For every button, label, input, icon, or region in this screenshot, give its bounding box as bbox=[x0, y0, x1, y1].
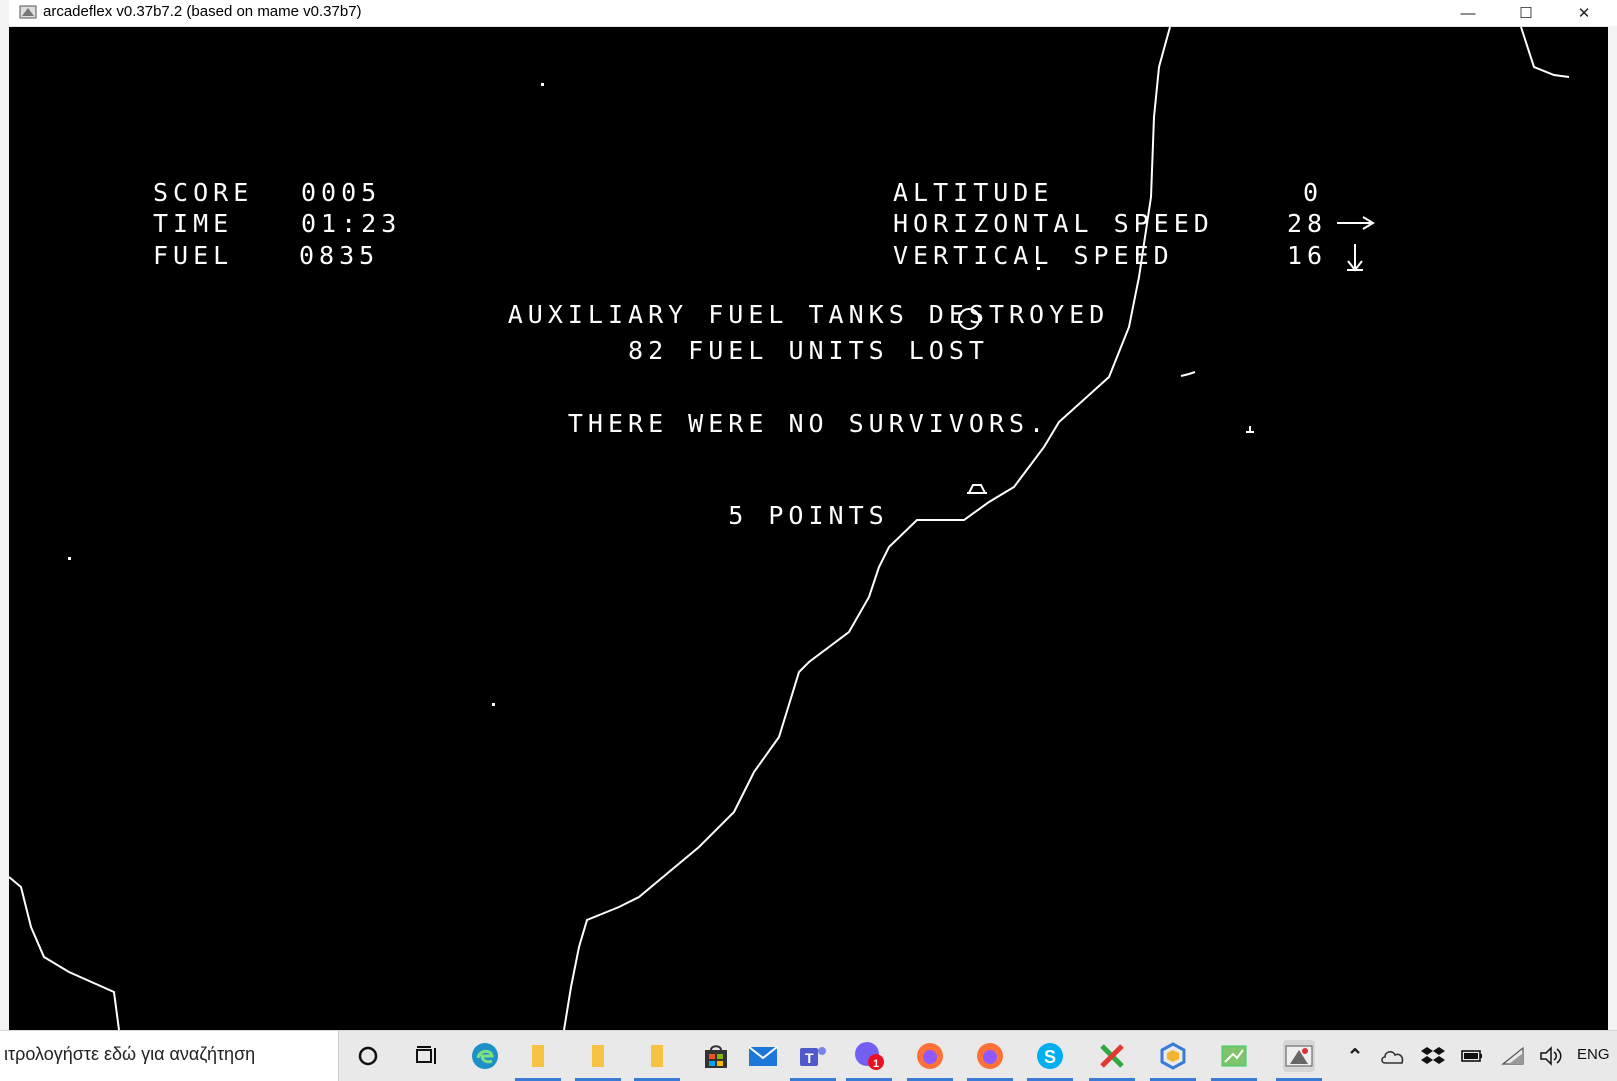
message-fuel-lost: 82 FUEL UNITS LOST bbox=[628, 336, 989, 365]
vpn-icon[interactable] bbox=[1150, 1040, 1196, 1081]
taskbar-search[interactable]: ιτρολογήστε εδώ για αναζήτηση bbox=[0, 1031, 339, 1081]
vertical-speed-value: 16 bbox=[1287, 241, 1328, 270]
title-bar[interactable]: arcadeflex v0.37b7.2 (based on mame v0.3… bbox=[9, 0, 1608, 27]
maximize-button[interactable]: ☐ bbox=[1497, 0, 1555, 26]
arcadeflex-window: arcadeflex v0.37b7.2 (based on mame v0.3… bbox=[9, 0, 1608, 1030]
time-label: TIME bbox=[153, 209, 234, 238]
star bbox=[492, 703, 495, 706]
close-button[interactable]: ✕ bbox=[1555, 0, 1613, 26]
teams-icon[interactable]: T bbox=[790, 1040, 836, 1081]
skype-icon[interactable]: S bbox=[1027, 1040, 1073, 1081]
time-value: 01:23 bbox=[301, 209, 402, 238]
score-value: 0005 bbox=[301, 178, 382, 207]
horizontal-speed-label: HORIZONTAL SPEED bbox=[893, 209, 1214, 238]
wifi-icon[interactable] bbox=[1497, 1040, 1529, 1072]
left-ridge bbox=[9, 876, 120, 1030]
edge-icon[interactable] bbox=[469, 1040, 501, 1072]
star bbox=[541, 83, 544, 86]
message-survivors: THERE WERE NO SURVIVORS. bbox=[567, 409, 1050, 438]
notification-badge: 1 bbox=[873, 1058, 879, 1070]
search-input[interactable]: ιτρολογήστε εδώ για αναζήτηση bbox=[4, 1044, 334, 1065]
debris-sprite bbox=[1180, 371, 1196, 377]
score-label: SCORE bbox=[153, 178, 254, 207]
altitude-value: 0 bbox=[1303, 178, 1324, 207]
arcadeflex-taskbar-icon[interactable] bbox=[1276, 1040, 1322, 1081]
file-explorer-icon-3[interactable] bbox=[634, 1040, 680, 1081]
game-screen[interactable]: SCORE 0005 TIME 01:23 FUEL 0835 ALTITUDE… bbox=[9, 27, 1608, 1030]
horizontal-speed-value: 28 bbox=[1287, 209, 1328, 238]
lunar-lander-sprite bbox=[967, 484, 987, 494]
window-title: arcadeflex v0.37b7.2 (based on mame v0.3… bbox=[43, 3, 362, 20]
hspeed-arrow bbox=[1337, 216, 1375, 230]
star bbox=[68, 557, 71, 560]
message-points: 5 POINTS bbox=[728, 501, 889, 530]
file-explorer-icon-2[interactable] bbox=[575, 1040, 621, 1081]
top-right-ridge bbox=[1520, 27, 1570, 78]
mail-icon[interactable] bbox=[747, 1040, 779, 1072]
windows-taskbar: ιτρολογήστε εδώ για αναζήτηση T 1 S ⌃ EN… bbox=[0, 1030, 1617, 1081]
firefox-icon-2[interactable] bbox=[967, 1040, 1013, 1081]
svg-text:T: T bbox=[805, 1050, 814, 1066]
file-explorer-icon[interactable] bbox=[515, 1040, 561, 1081]
fuel-label: FUEL bbox=[153, 241, 234, 270]
chevron-up-icon[interactable]: ⌃ bbox=[1339, 1040, 1371, 1072]
onedrive-icon[interactable] bbox=[1377, 1040, 1409, 1072]
viber-icon[interactable]: 1 bbox=[846, 1040, 892, 1081]
cortana-icon[interactable] bbox=[352, 1040, 384, 1072]
arcadeflex-app-icon bbox=[19, 5, 37, 19]
language-indicator[interactable]: ENG bbox=[1577, 1046, 1610, 1063]
vspeed-arrow bbox=[1347, 244, 1363, 272]
notepad-icon[interactable] bbox=[1211, 1040, 1257, 1081]
altitude-label: ALTITUDE bbox=[893, 178, 1054, 207]
dropbox-icon[interactable] bbox=[1417, 1040, 1449, 1072]
message-fuel-tanks: AUXILIARY FUEL TANKS DESTROYED bbox=[507, 300, 1110, 329]
battery-icon[interactable] bbox=[1456, 1040, 1488, 1072]
xming-icon[interactable] bbox=[1089, 1040, 1135, 1081]
minimize-button[interactable]: — bbox=[1439, 0, 1497, 26]
task-view-icon[interactable] bbox=[411, 1040, 443, 1072]
volume-icon[interactable] bbox=[1535, 1040, 1567, 1072]
vertical-speed-label: VERTICAL SPEED bbox=[893, 241, 1174, 270]
svg-text:S: S bbox=[1044, 1047, 1056, 1067]
fuel-value: 0835 bbox=[299, 241, 380, 270]
store-icon[interactable] bbox=[700, 1040, 732, 1072]
firefox-icon[interactable] bbox=[907, 1040, 953, 1081]
